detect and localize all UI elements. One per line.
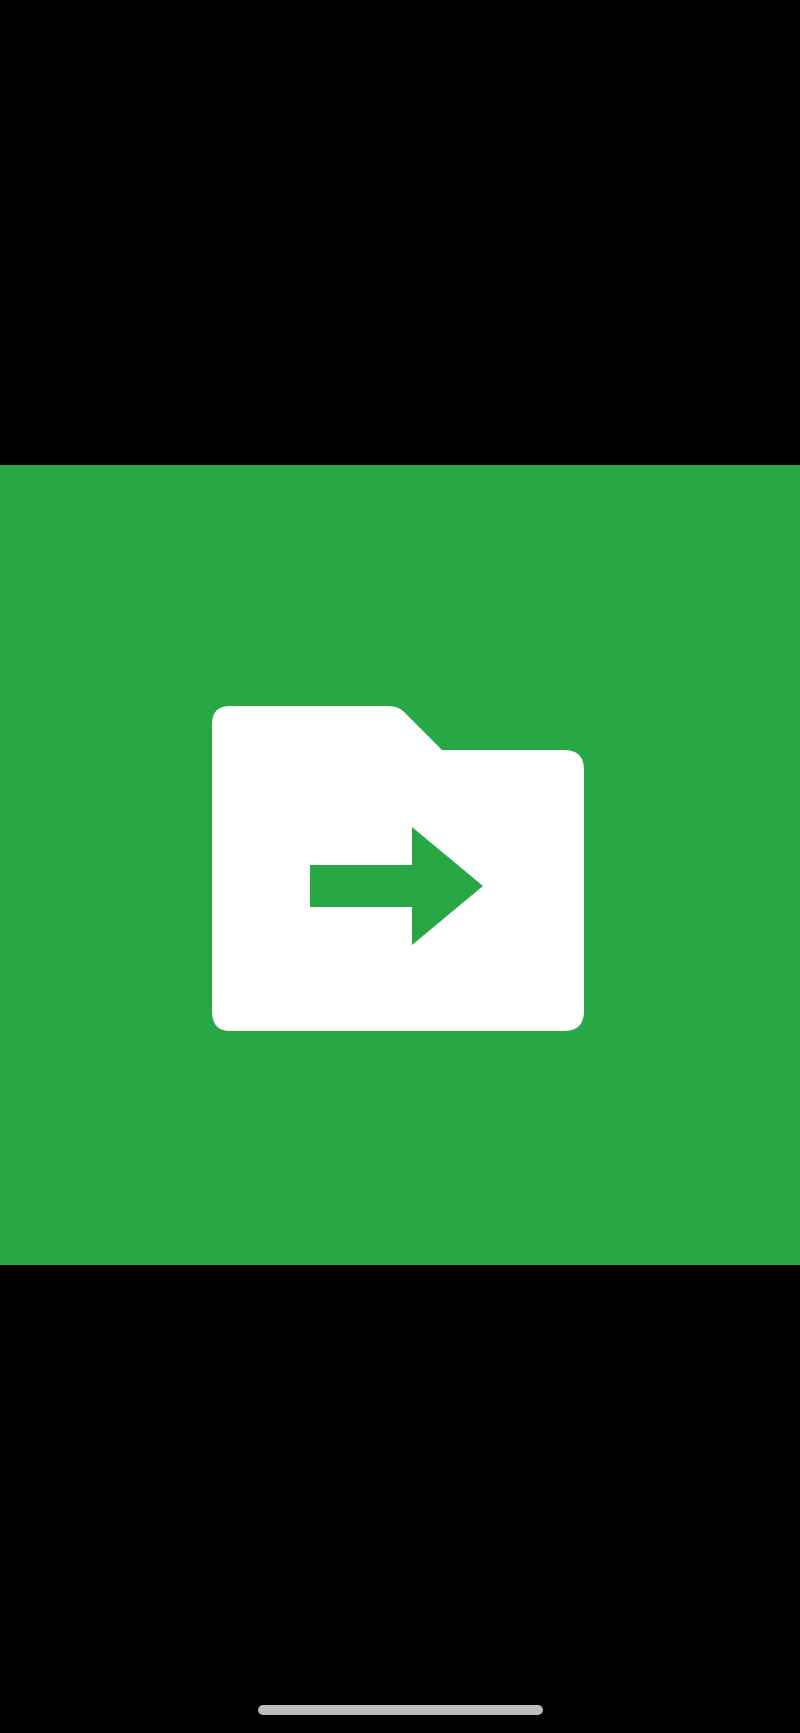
splash-banner bbox=[0, 465, 800, 1265]
home-indicator[interactable] bbox=[258, 1705, 543, 1715]
splash-screen bbox=[0, 0, 800, 1733]
folder-move-icon bbox=[212, 706, 584, 1031]
